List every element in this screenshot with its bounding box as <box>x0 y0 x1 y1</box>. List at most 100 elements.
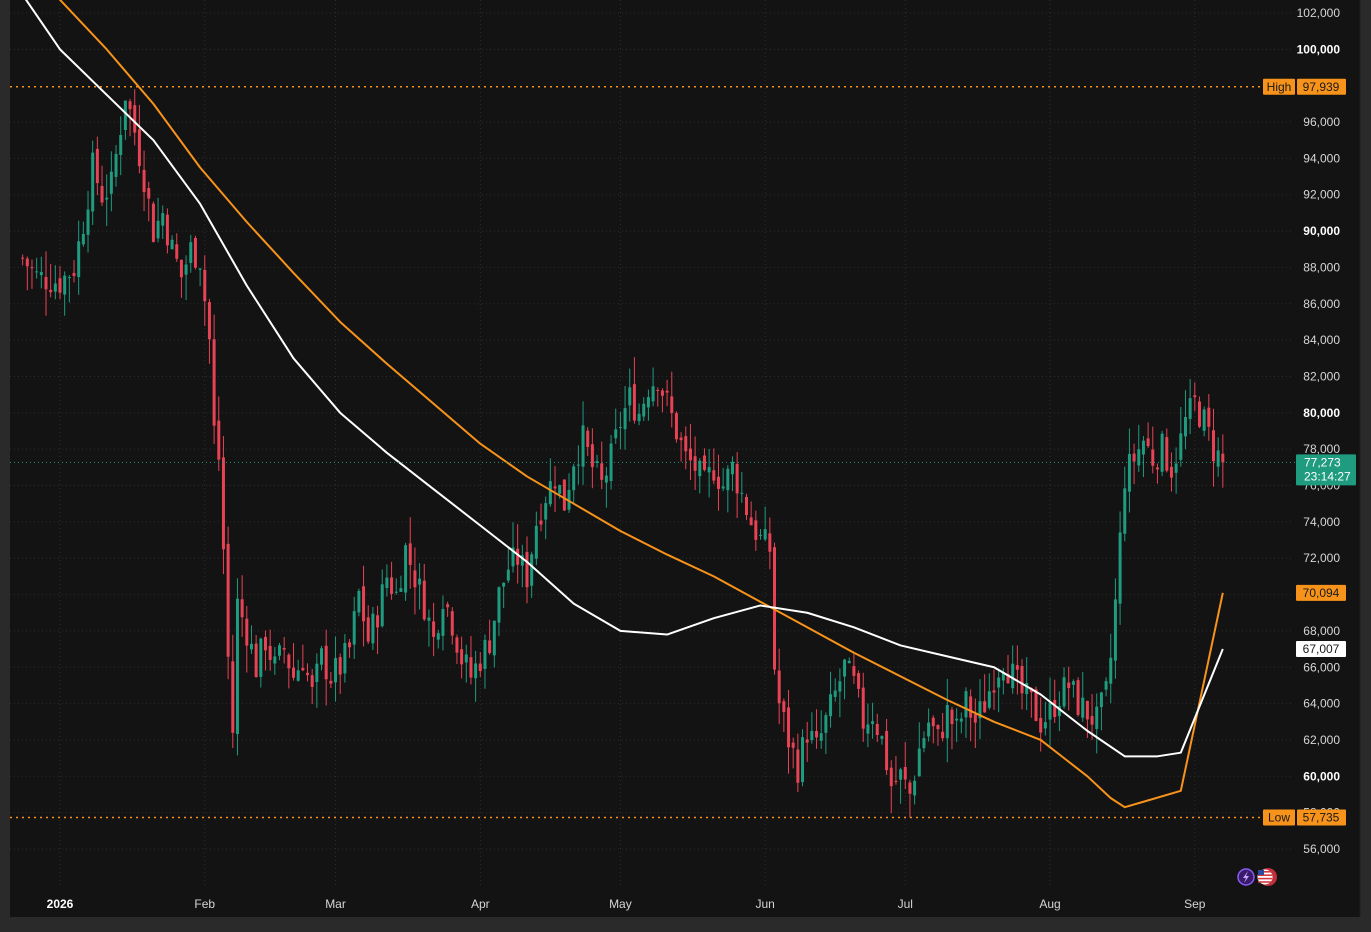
candle-body <box>273 656 277 664</box>
candle-body <box>1160 433 1164 472</box>
candle-body <box>324 645 328 680</box>
candle-body <box>245 618 249 646</box>
candle-body <box>880 736 884 739</box>
candle-body <box>109 171 113 194</box>
candle-body <box>1127 454 1131 492</box>
candle-body <box>754 520 758 540</box>
candle-body <box>871 721 875 724</box>
candle-body <box>684 436 688 452</box>
candle-body <box>801 737 805 783</box>
candle-body <box>39 271 43 276</box>
candle-body <box>894 780 898 782</box>
candle-body <box>460 649 464 665</box>
x-tick-label: Sep <box>1184 897 1206 911</box>
candle-body <box>263 636 267 651</box>
candle-body <box>357 590 361 613</box>
x-tick-label: Mar <box>325 897 346 911</box>
candle-body <box>376 615 380 628</box>
candle-body <box>955 718 959 721</box>
candle-body <box>908 782 912 794</box>
candle-body <box>600 463 604 480</box>
candle-body <box>207 302 211 340</box>
candle-body <box>497 587 501 623</box>
candle-body <box>586 430 590 448</box>
candle-body <box>969 696 973 718</box>
candle-body <box>474 663 478 679</box>
candle-body <box>721 486 725 489</box>
candle-body <box>656 389 660 391</box>
candle-body <box>1221 453 1225 463</box>
candle-body <box>137 129 141 167</box>
candle-body <box>693 456 697 471</box>
candle-body <box>464 654 468 663</box>
candle-body <box>576 464 580 466</box>
candle-body <box>147 188 151 199</box>
candle-body <box>287 654 291 669</box>
candle-body <box>997 677 1001 688</box>
candle-body <box>1123 488 1127 534</box>
y-tick-label: 80,000 <box>1303 406 1340 420</box>
candle-body <box>432 621 436 637</box>
y-tick-label: 102,000 <box>1297 6 1341 20</box>
candle-body <box>534 525 538 559</box>
candle-body <box>128 101 132 110</box>
candle-body <box>1095 706 1099 729</box>
y-tick-label: 60,000 <box>1303 769 1340 783</box>
candle-body <box>581 425 585 467</box>
candle-body <box>63 275 67 295</box>
candle-body <box>67 277 71 279</box>
candle-body <box>394 591 398 593</box>
candle-body <box>362 586 366 622</box>
candle-body <box>119 134 123 156</box>
candle-body <box>688 448 692 461</box>
candle-body <box>455 637 459 653</box>
candle-body <box>530 554 534 586</box>
candle-body <box>436 633 440 640</box>
candle-body <box>838 681 842 692</box>
y-tick-label: 74,000 <box>1303 515 1340 529</box>
candle-body <box>44 276 48 290</box>
candle-body <box>1188 398 1192 419</box>
candle-body <box>670 396 674 414</box>
current-price-label: 77,273 <box>1304 455 1341 469</box>
candle-body <box>151 203 155 242</box>
y-tick-label: 62,000 <box>1303 733 1340 747</box>
candle-body <box>161 213 165 226</box>
x-tick-label: Jul <box>898 897 913 911</box>
candle-body <box>446 604 450 608</box>
candle-body <box>852 666 856 676</box>
candle-body <box>525 552 529 588</box>
candle-body <box>1099 692 1103 708</box>
lightning-icon[interactable] <box>1237 868 1255 886</box>
candle-body <box>959 718 963 722</box>
candle-body <box>95 148 99 184</box>
candle-body <box>203 269 207 302</box>
candle-body <box>380 584 384 627</box>
candle-body <box>1076 680 1080 715</box>
price-chart[interactable]: 56,00058,00060,00062,00064,00066,00068,0… <box>0 0 1371 932</box>
candle-body <box>1067 682 1071 689</box>
candle-body <box>1048 702 1052 720</box>
candle-body <box>941 731 945 739</box>
candle-body <box>1151 449 1155 466</box>
x-tick-label: Apr <box>471 897 490 911</box>
candle-body <box>857 673 861 689</box>
candle-body <box>702 455 706 470</box>
candle-body <box>488 640 492 653</box>
y-tick-label: 88,000 <box>1303 260 1340 274</box>
candle-body <box>1090 716 1094 725</box>
candle-body <box>226 543 230 657</box>
candle-body <box>917 748 921 777</box>
candle-body <box>628 387 632 406</box>
candle-body <box>614 429 618 439</box>
candle-body <box>707 467 711 473</box>
candle-body <box>390 577 394 594</box>
candle-body <box>674 413 678 440</box>
low-value-label: 57,735 <box>1303 810 1340 824</box>
candle-body <box>1053 699 1057 717</box>
candle-body <box>726 468 730 491</box>
candle-body <box>810 731 814 741</box>
candle-body <box>49 289 53 293</box>
candle-body <box>950 709 954 725</box>
candle-body <box>1193 395 1197 398</box>
